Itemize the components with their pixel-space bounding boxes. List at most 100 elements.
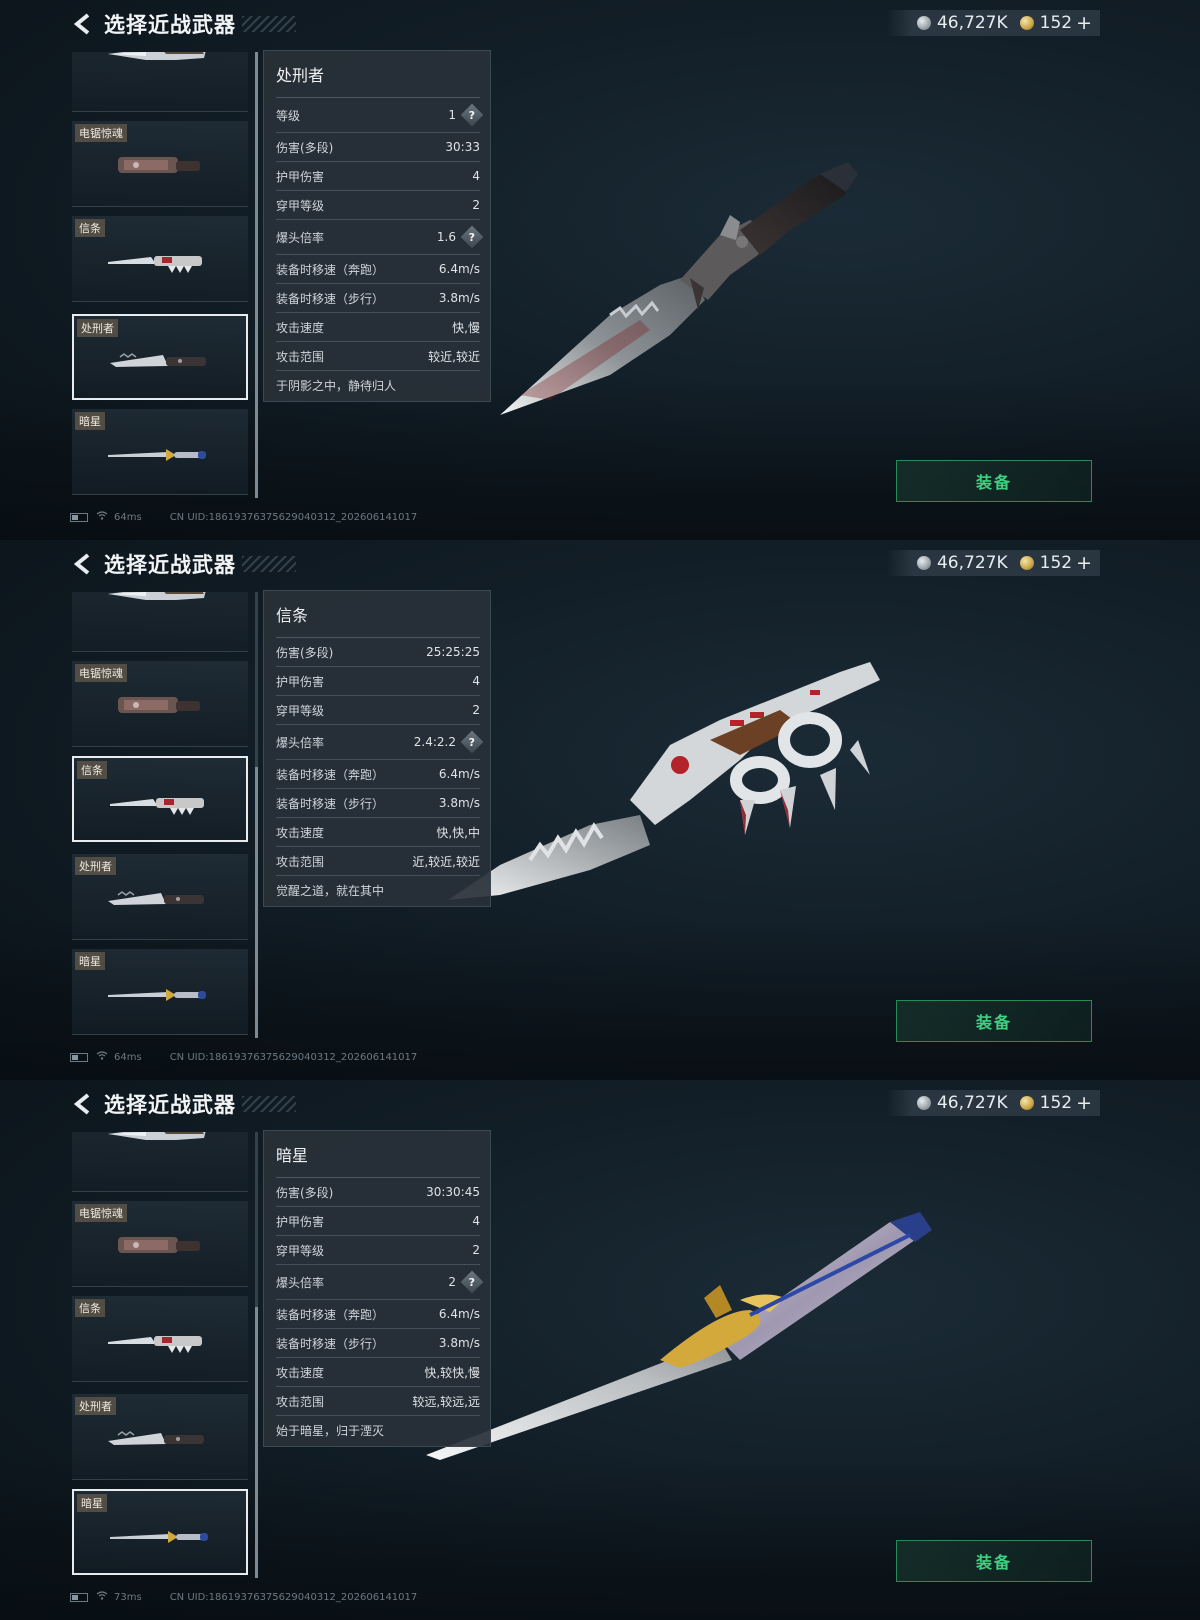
- stat-label: 伤害(多段): [276, 1185, 334, 1200]
- stat-value-text: 2: [472, 198, 480, 212]
- weapon-card[interactable]: 电锯惊魂: [72, 1201, 248, 1287]
- ping-value: 64ms: [114, 1051, 142, 1063]
- stat-row: 伤害(多段) 30:33: [276, 133, 480, 162]
- stat-value-text: 2.4:2.2: [413, 735, 456, 749]
- stat-value: 2: [472, 1243, 480, 1257]
- weapon-list-scrollbar[interactable]: [255, 1132, 258, 1578]
- stat-label: 爆头倍率: [276, 735, 325, 750]
- weapon-card-label: 电锯惊魂: [75, 1204, 127, 1222]
- stat-value: 3.8m/s: [439, 796, 480, 810]
- stat-value: 近,较近,较近: [412, 853, 480, 870]
- stat-row: 攻击范围 较远,较远,远: [276, 1387, 480, 1416]
- weapon-thumbnail: [110, 798, 204, 815]
- help-icon[interactable]: ?: [460, 730, 484, 754]
- stat-value-text: 25:25:25: [426, 645, 480, 659]
- scroll-thumb[interactable]: [255, 52, 258, 498]
- equip-button[interactable]: 装备: [896, 1000, 1092, 1042]
- help-icon[interactable]: ?: [460, 103, 484, 127]
- weapon-list-scrollbar[interactable]: [255, 592, 258, 1038]
- weapon-card-label: 处刑者: [75, 857, 116, 875]
- weapon-list[interactable]: 电锯惊魂信条处刑者暗星: [72, 52, 248, 498]
- stat-value: 6.4m/s: [439, 767, 480, 781]
- weapon-card[interactable]: [72, 592, 248, 652]
- back-arrow-icon[interactable]: [70, 11, 96, 37]
- ping-value: 73ms: [114, 1591, 142, 1603]
- weapon-card-label: 信条: [75, 219, 105, 237]
- stat-value: 较近,较近: [428, 348, 480, 365]
- weapon-list[interactable]: 电锯惊魂信条处刑者暗星: [72, 592, 248, 1038]
- silver-coin-icon: [916, 1096, 931, 1110]
- weapon-card[interactable]: [72, 1132, 248, 1192]
- stat-label: 攻击范围: [276, 349, 325, 364]
- scroll-thumb[interactable]: [255, 1307, 258, 1578]
- add-currency-button[interactable]: +: [1076, 552, 1092, 574]
- stat-value: 1.6?: [437, 225, 484, 249]
- stat-label: 爆头倍率: [276, 1275, 325, 1290]
- stat-value: 快,较快,慢: [424, 1364, 480, 1381]
- weapon-card[interactable]: 暗星: [72, 409, 248, 495]
- weapon-stats-panel: 信条 伤害(多段) 25:25:25 护甲伤害 4 穿甲等级 2 爆头倍率 2.4:2.2? 装…: [263, 590, 491, 907]
- gold-amount: 152: [1039, 553, 1073, 573]
- weapon-thumbnail: [118, 697, 200, 713]
- stat-label: 护甲伤害: [276, 1214, 325, 1229]
- weapon-card-label: 电锯惊魂: [75, 664, 127, 682]
- wifi-icon: [96, 1591, 108, 1603]
- weapon-card-label: 处刑者: [75, 1397, 116, 1415]
- help-icon[interactable]: ?: [460, 1270, 484, 1294]
- add-currency-button[interactable]: +: [1076, 12, 1092, 34]
- scroll-thumb[interactable]: [255, 767, 258, 1038]
- weapon-render: [448, 662, 880, 900]
- stat-label: 护甲伤害: [276, 674, 325, 689]
- battery-icon: [70, 1592, 88, 1602]
- weapon-card[interactable]: 信条: [72, 216, 248, 302]
- stat-value: 4: [472, 169, 480, 183]
- weapon-thumbnail: [110, 353, 206, 367]
- stat-rows: 等级 1? 伤害(多段) 30:33 护甲伤害 4 穿甲等级 2 爆头倍率 1.6? 装备时移速（奔…: [276, 98, 484, 371]
- stat-value-text: 1: [448, 108, 456, 122]
- weapon-card[interactable]: 处刑者: [72, 314, 248, 400]
- back-arrow-icon[interactable]: [70, 551, 96, 577]
- stat-value: 2?: [448, 1270, 484, 1294]
- currency-bar: 46,727K 152 +: [886, 1090, 1100, 1116]
- weapon-card[interactable]: 信条: [72, 1296, 248, 1382]
- help-icon[interactable]: ?: [460, 225, 484, 249]
- weapon-card[interactable]: 暗星: [72, 1489, 248, 1575]
- equip-button[interactable]: 装备: [896, 460, 1092, 502]
- weapon-card-label: 信条: [77, 761, 107, 779]
- weapon-thumbnail: [110, 1531, 208, 1543]
- stat-label: 等级: [276, 108, 301, 123]
- stat-value-text: 较近,较近: [428, 349, 480, 364]
- header: 选择近战武器: [70, 1088, 296, 1120]
- weapon-card[interactable]: 处刑者: [72, 854, 248, 940]
- weapon-description: 始于暗星，归于湮灭: [276, 1424, 385, 1438]
- back-arrow-icon[interactable]: [70, 1091, 96, 1117]
- uid-text: CN UID:1861937637562904031​2_20260614101…: [169, 511, 418, 523]
- add-currency-button[interactable]: +: [1076, 1092, 1092, 1114]
- battery-icon: [70, 1052, 88, 1062]
- stat-rows: 伤害(多段) 25:25:25 护甲伤害 4 穿甲等级 2 爆头倍率 2.4:2.2? 装备时移…: [276, 638, 484, 876]
- stat-label: 装备时移速（奔跑）: [276, 767, 385, 782]
- page-title: 选择近战武器: [104, 13, 236, 37]
- weapon-list[interactable]: 电锯惊魂信条处刑者暗星: [72, 1132, 248, 1578]
- stat-value: 30:33: [445, 140, 480, 154]
- equip-button[interactable]: 装备: [896, 1540, 1092, 1582]
- weapon-card[interactable]: 处刑者: [72, 1394, 248, 1480]
- weapon-card[interactable]: [72, 52, 248, 112]
- stat-label: 攻击速度: [276, 320, 325, 335]
- stat-value-text: 3.8m/s: [438, 1336, 480, 1350]
- weapon-description: 于阴影之中，静待归人: [276, 379, 397, 393]
- status-bar: 64ms CN UID:18619376375629040312_2026061…: [70, 1051, 417, 1063]
- stat-row: 攻击范围 较近,较近: [276, 342, 480, 371]
- stat-row: 爆头倍率 1.6?: [276, 220, 484, 255]
- uid-text: CN UID:18619376375629040312_202606141017: [169, 1051, 418, 1063]
- stat-value: 4: [472, 1214, 480, 1228]
- weapon-list-scrollbar[interactable]: [255, 52, 258, 498]
- weapon-card[interactable]: 电锯惊魂: [72, 121, 248, 207]
- stat-row: 攻击速度 快,慢: [276, 313, 480, 342]
- stat-value: 1?: [448, 103, 484, 127]
- weapon-card[interactable]: 信条: [72, 756, 248, 842]
- weapon-card[interactable]: 电锯惊魂: [72, 661, 248, 747]
- weapon-card[interactable]: 暗星: [72, 949, 248, 1035]
- stat-row: 攻击速度 快,较快,慢: [276, 1358, 480, 1387]
- weapon-thumbnail: [108, 256, 202, 273]
